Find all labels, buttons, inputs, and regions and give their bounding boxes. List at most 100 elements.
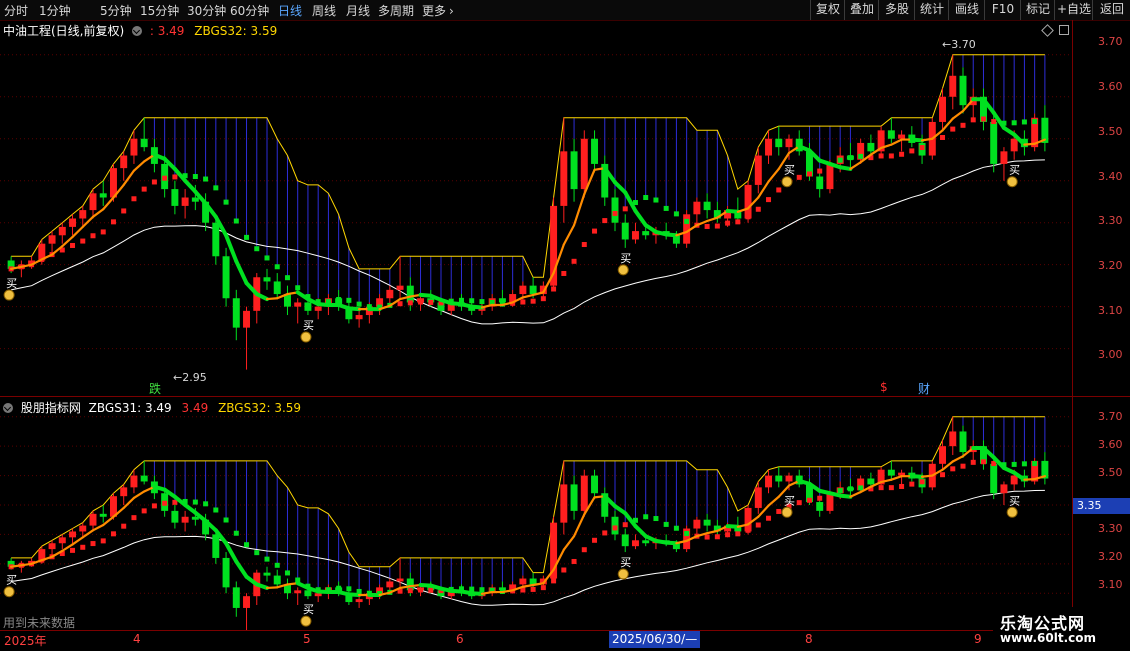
candle-body: [140, 138, 148, 148]
pane-divider[interactable]: [0, 396, 1130, 397]
candle-body: [580, 138, 588, 190]
trend-dot: [346, 586, 352, 592]
axis-label: 3.60: [1098, 80, 1123, 93]
candle-body: [396, 285, 404, 290]
trend-dot: [428, 299, 434, 305]
candle-body: [89, 193, 97, 211]
trend-dot: [264, 556, 270, 562]
candle-body: [140, 475, 148, 482]
sub-pane-title: 股朋指标网: [20, 401, 81, 415]
trend-line-segment: [838, 493, 853, 499]
trend-dot: [1042, 123, 1048, 129]
trend-dot: [622, 206, 628, 212]
candle-body: [58, 226, 66, 236]
candle-body: [990, 463, 998, 494]
trend-dot: [991, 119, 997, 125]
trend-dot: [755, 206, 761, 212]
candle-body: [304, 302, 312, 311]
candle-body: [386, 581, 394, 588]
candle-body: [887, 130, 895, 139]
candle-body: [867, 142, 875, 152]
trend-dot: [725, 220, 731, 226]
trend-dot: [663, 521, 669, 527]
trend-dot: [714, 534, 720, 540]
trend-dot: [592, 228, 598, 234]
trend-dot: [837, 488, 843, 494]
trend-dot: [80, 544, 86, 550]
trend-line-segment: [890, 475, 903, 481]
candle-body: [99, 193, 107, 198]
trend-dot: [1032, 119, 1038, 125]
candle-body: [273, 281, 281, 295]
indicator-menu-icon[interactable]: [132, 26, 143, 36]
sub-axis-label: 3.70: [1098, 410, 1123, 423]
trend-dot: [806, 497, 812, 503]
trend-line-segment: [920, 474, 934, 478]
kline-chart[interactable]: 买买买买 买买买买买买: [0, 0, 1130, 650]
trend-dot: [622, 522, 628, 528]
trend-dot: [766, 197, 772, 203]
axis-label: 3.20: [1098, 259, 1123, 272]
trend-dot: [70, 242, 76, 248]
candle-body: [69, 218, 77, 227]
trend-dot: [295, 285, 301, 291]
candle-body: [314, 593, 322, 597]
trend-dot: [264, 255, 270, 261]
candle-body: [693, 201, 701, 215]
money-bag-icon: [3, 586, 15, 598]
axis-label: 3.40: [1098, 170, 1123, 183]
trend-line-segment: [346, 592, 362, 597]
money-bag-icon: [300, 331, 312, 343]
candle-body: [560, 484, 568, 523]
trend-dot: [561, 567, 567, 573]
low-price-value: 2.95: [182, 371, 207, 384]
candle-body: [939, 446, 947, 464]
trend-dot: [418, 587, 424, 593]
trend-line-segment: [909, 137, 925, 143]
trend-dot: [878, 485, 884, 491]
trend-line-segment: [102, 196, 115, 211]
trend-dot: [704, 534, 710, 540]
trend-line-segment: [71, 536, 84, 546]
sub-indicator-menu-icon[interactable]: [3, 403, 13, 413]
trend-line-segment: [10, 564, 23, 568]
trend-line-segment: [122, 496, 136, 510]
candle-body: [58, 537, 66, 544]
trend-dot: [960, 122, 966, 128]
trend-dot: [776, 187, 782, 193]
axis-label: 3.10: [1098, 304, 1123, 317]
sub-axis-label: 3.50: [1098, 466, 1123, 479]
trend-dot: [735, 531, 741, 537]
trend-dot: [244, 234, 250, 240]
trend-line-segment: [849, 161, 862, 171]
trend-dot: [151, 179, 157, 185]
candle-body: [232, 298, 240, 328]
trend-dot: [704, 223, 710, 229]
square-icon[interactable]: [1059, 25, 1069, 35]
trend-line-segment: [122, 169, 136, 187]
trend-line-segment: [1023, 142, 1036, 146]
sub-axis-label: 3.20: [1098, 550, 1123, 563]
trend-line-segment: [706, 529, 719, 535]
trend-dot: [960, 463, 966, 469]
trend-line-segment: [183, 178, 198, 194]
trend-line-segment: [613, 180, 628, 195]
candle-body: [560, 151, 568, 206]
trend-dot: [755, 522, 761, 528]
candle-body: [294, 590, 302, 594]
trend-line-segment: [346, 306, 362, 312]
sub-axis-label: 3.30: [1098, 522, 1123, 535]
trend-line-segment: [1023, 478, 1036, 481]
candle-body: [775, 138, 783, 148]
trend-dot: [929, 140, 935, 146]
trend-line-segment: [132, 160, 146, 172]
candle-body: [130, 475, 138, 488]
trend-dot: [837, 157, 843, 163]
time-label-apr: 4: [133, 632, 141, 646]
time-axis[interactable]: 2025年 4 5 6 2025/06/30/— 8 9: [0, 630, 1130, 651]
candle-body: [693, 519, 701, 529]
time-label-jun: 6: [456, 632, 464, 646]
trend-dot: [223, 199, 229, 205]
trend-line-segment: [664, 540, 679, 546]
trend-dot: [172, 174, 178, 180]
